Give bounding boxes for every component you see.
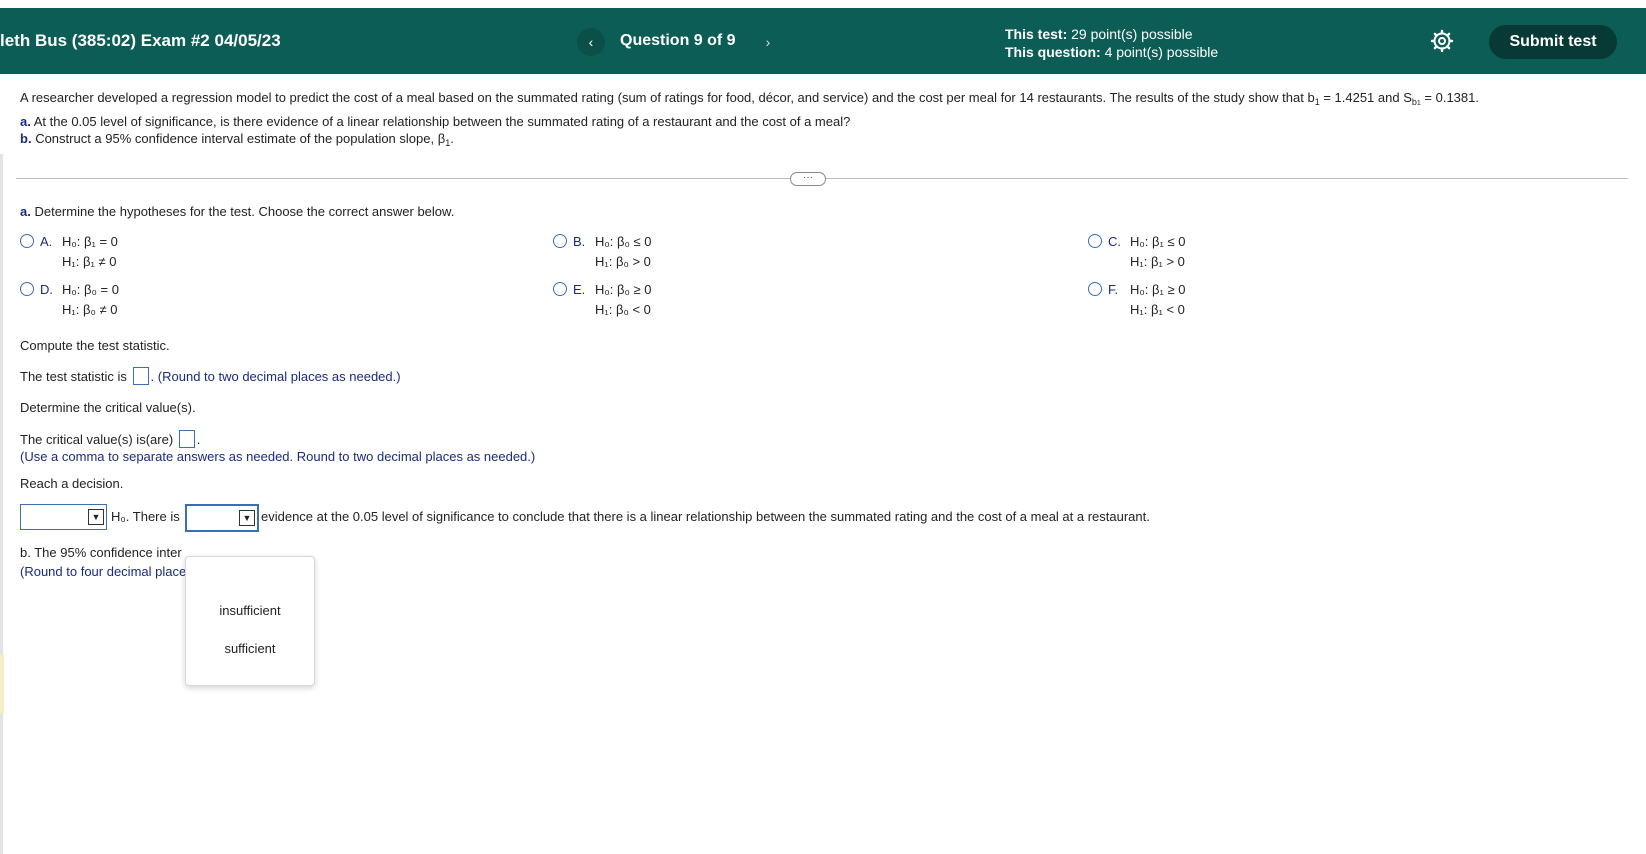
option-e-h1: H₁: β₀ < 0: [595, 302, 651, 317]
critical-value-hint: (Use a comma to separate answers as need…: [20, 449, 536, 464]
radio-e[interactable]: [553, 282, 567, 296]
more-button[interactable]: ···: [790, 172, 826, 186]
decision-prompt: Reach a decision.: [20, 476, 124, 491]
option-f-h1: H₁: β₁ < 0: [1130, 302, 1185, 317]
option-a[interactable]: A. H₀: β₁ = 0 H₁: β₁ ≠ 0: [20, 232, 320, 272]
evidence-dropdown-menu: insufficient sufficient: [185, 556, 315, 686]
test-points-label: This test:: [1005, 26, 1068, 42]
option-e-hypotheses: H₀: β₀ ≥ 0 H₁: β₀ < 0: [595, 280, 651, 320]
option-c-h0: H₀: β₁ ≤ 0: [1130, 234, 1186, 249]
part-a-text: At the 0.05 level of significance, is th…: [33, 114, 851, 129]
compute-prompt: Compute the test statistic.: [20, 338, 170, 353]
option-a-h0: H₀: β₁ = 0: [62, 234, 118, 249]
test-statistic-input[interactable]: [132, 367, 149, 385]
next-question-button[interactable]: ›: [754, 28, 782, 56]
sb1-value: = 0.1381.: [1420, 90, 1479, 105]
option-a-h1: H₁: β₁ ≠ 0: [62, 254, 117, 269]
exam-title: leth Bus (385:02) Exam #2 04/05/23: [0, 31, 281, 50]
question-content: A researcher developed a regression mode…: [0, 74, 1646, 854]
test-header: leth Bus (385:02) Exam #2 04/05/23 ‹ Que…: [0, 8, 1646, 74]
decision-h0-text: H₀. There is: [111, 509, 180, 524]
test-statistic-hint: (Round to two decimal places as needed.): [157, 369, 401, 384]
option-c[interactable]: C. H₀: β₁ ≤ 0 H₁: β₁ > 0: [1088, 232, 1388, 272]
part-b-answer-text: b. The 95% confidence inter: [20, 545, 182, 560]
part-b-text: Construct a 95% confidence interval esti…: [35, 131, 446, 146]
gear-icon[interactable]: [1430, 29, 1454, 53]
window-top-strip: [0, 0, 1646, 8]
option-c-hypotheses: H₀: β₁ ≤ 0 H₁: β₁ > 0: [1130, 232, 1185, 272]
option-d-hypotheses: H₀: β₀ = 0 H₁: β₀ ≠ 0: [62, 280, 119, 320]
option-f-letter: F.: [1108, 282, 1119, 297]
option-b-h1: H₁: β₀ > 0: [595, 254, 651, 269]
option-d-h1: H₁: β₀ ≠ 0: [62, 302, 118, 317]
previous-question-button[interactable]: ‹: [577, 28, 605, 56]
option-c-h1: H₁: β₁ > 0: [1130, 254, 1185, 269]
option-f-h0: H₀: β₁ ≥ 0: [1130, 282, 1186, 297]
part-a-label: a.: [20, 114, 31, 129]
side-marker: [0, 654, 4, 714]
reject-dropdown[interactable]: ▼: [20, 504, 107, 530]
test-points-value: 29 point(s) possible: [1071, 26, 1193, 42]
radio-f[interactable]: [1088, 282, 1102, 296]
option-b-hypotheses: H₀: β₀ ≤ 0 H₁: β₀ > 0: [595, 232, 651, 272]
option-a-hypotheses: H₀: β₁ = 0 H₁: β₁ ≠ 0: [62, 232, 118, 272]
test-statistic-label: The test statistic is: [20, 369, 127, 384]
radio-a[interactable]: [20, 234, 34, 248]
radio-d[interactable]: [20, 282, 34, 296]
option-d[interactable]: D. H₀: β₀ = 0 H₁: β₀ ≠ 0: [20, 280, 320, 320]
section-a-prompt: Determine the hypotheses for the test. C…: [34, 204, 455, 219]
radio-c[interactable]: [1088, 234, 1102, 248]
option-b-letter: B.: [573, 234, 586, 249]
critical-value-input[interactable]: [178, 430, 195, 448]
section-a-label: a.: [20, 204, 31, 219]
part-a-question: a. At the 0.05 level of significance, is…: [20, 114, 850, 129]
dropdown-arrow-icon[interactable]: ▼: [239, 510, 255, 526]
test-statistic-row: The test statistic is . (Round to two de…: [20, 367, 401, 385]
dropdown-option-insufficient[interactable]: insufficient: [186, 603, 314, 618]
option-a-letter: A.: [40, 234, 53, 249]
option-b[interactable]: B. H₀: β₀ ≤ 0 H₁: β₀ > 0: [553, 232, 853, 272]
decision-tail-text: evidence at the 0.05 level of significan…: [261, 509, 1150, 524]
critical-value-row: The critical value(s) is(are) .: [20, 430, 201, 448]
option-e[interactable]: E. H₀: β₀ ≥ 0 H₁: β₀ < 0: [553, 280, 853, 320]
left-border: [0, 154, 3, 854]
dropdown-option-sufficient[interactable]: sufficient: [186, 641, 314, 656]
part-b-answer-hint: (Round to four decimal place: [20, 564, 187, 579]
option-f-hypotheses: H₀: β₁ ≥ 0 H₁: β₁ < 0: [1130, 280, 1185, 320]
radio-b[interactable]: [553, 234, 567, 248]
critical-value-label: The critical value(s) is(are): [20, 432, 174, 447]
problem-intro: A researcher developed a regression mode…: [20, 90, 1315, 105]
question-points-label: This question:: [1005, 44, 1101, 60]
hypotheses-prompt: a. Determine the hypotheses for the test…: [20, 204, 454, 219]
submit-test-button[interactable]: Submit test: [1489, 25, 1617, 59]
part-b-label: b.: [20, 131, 32, 146]
option-e-h0: H₀: β₀ ≥ 0: [595, 282, 652, 297]
option-f[interactable]: F. H₀: β₁ ≥ 0 H₁: β₁ < 0: [1088, 280, 1388, 320]
option-c-letter: C.: [1108, 234, 1121, 249]
dropdown-arrow-icon[interactable]: ▼: [88, 509, 104, 525]
question-points-value: 4 point(s) possible: [1104, 44, 1219, 60]
b1-value: = 1.4251 and S: [1319, 90, 1412, 105]
part-b-question: b. Construct a 95% confidence interval e…: [20, 131, 454, 148]
question-indicator[interactable]: Question 9 of 9: [620, 8, 736, 74]
critical-prompt: Determine the critical value(s).: [20, 400, 196, 415]
points-info: This test: 29 point(s) possible This que…: [1005, 25, 1218, 61]
part-b-end: .: [450, 131, 454, 146]
problem-statement: A researcher developed a regression mode…: [20, 90, 1479, 107]
option-d-letter: D.: [40, 282, 53, 297]
option-d-h0: H₀: β₀ = 0: [62, 282, 119, 297]
option-b-h0: H₀: β₀ ≤ 0: [595, 234, 652, 249]
option-e-letter: E.: [573, 282, 586, 297]
evidence-dropdown[interactable]: ▼: [185, 504, 259, 532]
